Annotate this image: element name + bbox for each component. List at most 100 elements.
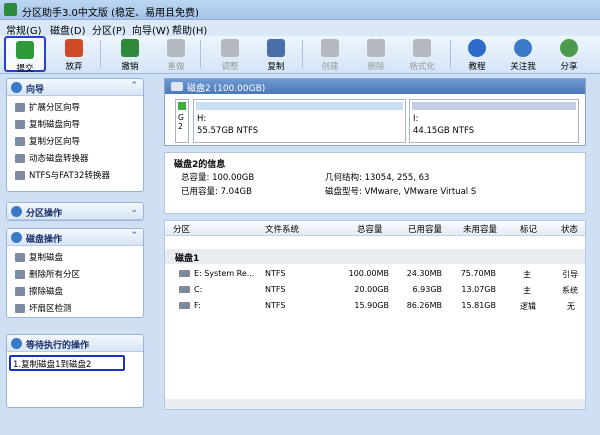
disk-info-panel: 磁盘2的信息 总容量: 100.00GB 已用容量: 7.04GB 几何结构: … (164, 152, 586, 214)
sidebar-item-copy-disk[interactable]: 复制磁盘 (15, 251, 63, 266)
partition-ops-header[interactable]: 分区操作 ⌄ (7, 203, 143, 220)
undo-icon (121, 39, 139, 57)
sidebar-item-ntfs-fat32-converter[interactable]: NTFS与FAT32转换器 (15, 169, 110, 184)
delete-icon (367, 39, 385, 57)
geometry: 几何结构: 13054, 255, 63 (325, 173, 430, 183)
disk-map: 磁盘2 (100.00GB) G 2 H: 55.57GB NTFS I: 44… (164, 78, 586, 146)
column-header[interactable]: 文件系统 (265, 223, 299, 235)
partition-icon (179, 270, 190, 277)
menu-general[interactable]: 常规(G) (6, 22, 42, 37)
title-bar: 分区助手3.0中文版 (稳定、易用且免费) (0, 0, 600, 20)
table-row[interactable]: C: NTFS 20.00GB 6.93GB 13.07GB 主 系统 (165, 282, 585, 298)
disk-ops-header[interactable]: 磁盘操作 ⌃ (7, 229, 143, 246)
create-icon (321, 39, 339, 57)
sidebar-item-dynamic-disk-converter[interactable]: 动态磁盘转换器 (15, 152, 89, 167)
resize-button[interactable]: 调整 (206, 36, 254, 72)
sidebar-item-extend-wizard[interactable]: 扩展分区向导 (15, 101, 80, 116)
help-icon (468, 39, 486, 57)
create-button[interactable]: 创建 (306, 36, 354, 72)
partition-block-g[interactable]: G 2 (175, 99, 189, 143)
partition-ops-panel: 分区操作 ⌄ (6, 202, 144, 221)
resize-icon (221, 39, 239, 57)
disk-item-icon (15, 253, 25, 262)
commit-button[interactable]: 提交 (4, 36, 46, 74)
total-capacity: 总容量: 100.00GB (181, 173, 255, 183)
partition-icon (179, 302, 190, 309)
discard-icon (65, 39, 83, 57)
column-header[interactable]: 未用容量 (463, 223, 497, 235)
share-icon (560, 39, 578, 57)
column-header[interactable]: 标记 (520, 223, 537, 235)
menu-bar: 常规(G) 磁盘(D) 分区(P) 向导(W) 帮助(H) (0, 20, 600, 37)
disk-ops-panel: 磁盘操作 ⌃ 复制磁盘 删除所有分区 擦除磁盘 坏扇区检测 (6, 228, 144, 318)
follow-icon (514, 39, 532, 57)
main-content: 磁盘2 (100.00GB) G 2 H: 55.57GB NTFS I: 44… (164, 78, 586, 410)
sidebar-item-delete-all-partitions[interactable]: 删除所有分区 (15, 268, 80, 283)
table-row[interactable]: F: NTFS 15.90GB 86.26MB 15.81GB 逻辑 无 (165, 298, 585, 314)
collapse-icon[interactable]: ⌃ (130, 231, 138, 241)
table-header: 分区 文件系统 总容量 已用容量 未用容量 标记 状态 (165, 221, 585, 236)
partition-usage-bar (178, 102, 186, 110)
sidebar-item-copy-disk-wizard[interactable]: 复制磁盘向导 (15, 118, 80, 133)
column-header[interactable]: 总容量 (357, 223, 383, 235)
wizard-item-icon (15, 154, 25, 163)
app-icon (4, 3, 17, 16)
group-header: 磁盘1 (165, 249, 585, 264)
wizard-item-icon (15, 171, 25, 180)
format-button[interactable]: 格式化 (398, 36, 446, 72)
disk-info-title: 磁盘2的信息 (174, 160, 226, 170)
toolbar-separator (450, 40, 451, 68)
partition-icon (179, 286, 190, 293)
partition-table: 分区 文件系统 总容量 已用容量 未用容量 标记 状态 磁盘1 E: Syste… (164, 220, 586, 410)
wizard-icon (11, 82, 22, 93)
partition-usage-bar (412, 102, 576, 110)
tutorial-button[interactable]: 教程 (453, 36, 501, 72)
sidebar: 向导 ⌃ 扩展分区向导 复制磁盘向导 复制分区向导 动态磁盘转换器 NTFS与F… (6, 78, 144, 408)
wizard-panel-header[interactable]: 向导 ⌃ (7, 79, 143, 96)
column-header[interactable]: 分区 (173, 223, 190, 235)
table-row[interactable]: E: System Re... NTFS 100.00MB 24.30MB 75… (165, 266, 585, 282)
sidebar-item-wipe-disk[interactable]: 擦除磁盘 (15, 285, 63, 300)
pending-op-item[interactable]: 1.复制磁盘1到磁盘2 (9, 355, 125, 371)
disk-ops-icon (11, 232, 22, 243)
redo-icon (167, 39, 185, 57)
wizard-item-icon (15, 120, 25, 129)
format-icon (413, 39, 431, 57)
wizard-panel: 向导 ⌃ 扩展分区向导 复制磁盘向导 复制分区向导 动态磁盘转换器 NTFS与F… (6, 78, 144, 192)
copy-button[interactable]: 复制 (252, 36, 300, 72)
partition-ops-icon (11, 206, 22, 217)
sidebar-item-copy-partition-wizard[interactable]: 复制分区向导 (15, 135, 80, 150)
used-capacity: 已用容量: 7.04GB (181, 187, 252, 197)
disk-item-icon (15, 287, 25, 296)
disk-model: 磁盘型号: VMware, VMware Virtual S (325, 187, 477, 197)
partition-block-h[interactable]: H: 55.57GB NTFS (193, 99, 406, 143)
partition-block-i[interactable]: I: 44.15GB NTFS (409, 99, 579, 143)
pending-ops-header: 等待执行的操作 (7, 335, 143, 352)
sidebar-item-bad-sector-check[interactable]: 坏扇区检测 (15, 302, 72, 317)
share-button[interactable]: 分享 (545, 36, 593, 72)
toolbar-separator (100, 40, 101, 68)
disk-map-header[interactable]: 磁盘2 (100.00GB) (165, 79, 585, 94)
disk-item-icon (15, 304, 25, 313)
check-icon (16, 41, 34, 59)
window-title: 分区助手3.0中文版 (稳定、易用且免费) (22, 8, 199, 19)
disk-item-icon (15, 270, 25, 279)
menu-partition[interactable]: 分区(P) (92, 22, 126, 37)
menu-disk[interactable]: 磁盘(D) (50, 22, 86, 37)
disk-icon (171, 82, 183, 91)
partition-usage-bar (196, 102, 403, 110)
collapse-icon[interactable]: ⌃ (130, 81, 138, 91)
toolbar-separator (302, 40, 303, 68)
expand-icon[interactable]: ⌄ (130, 205, 138, 215)
group-header (165, 401, 585, 409)
delete-button[interactable]: 删除 (352, 36, 400, 72)
undo-button[interactable]: 撤销 (106, 36, 154, 72)
menu-wizard[interactable]: 向导(W) (132, 22, 170, 37)
follow-button[interactable]: 关注我 (499, 36, 547, 72)
copy-icon (267, 39, 285, 57)
menu-help[interactable]: 帮助(H) (172, 22, 207, 37)
column-header[interactable]: 已用容量 (408, 223, 442, 235)
discard-button[interactable]: 放弃 (50, 36, 98, 72)
column-header[interactable]: 状态 (561, 223, 578, 235)
redo-button[interactable]: 重做 (152, 36, 200, 72)
